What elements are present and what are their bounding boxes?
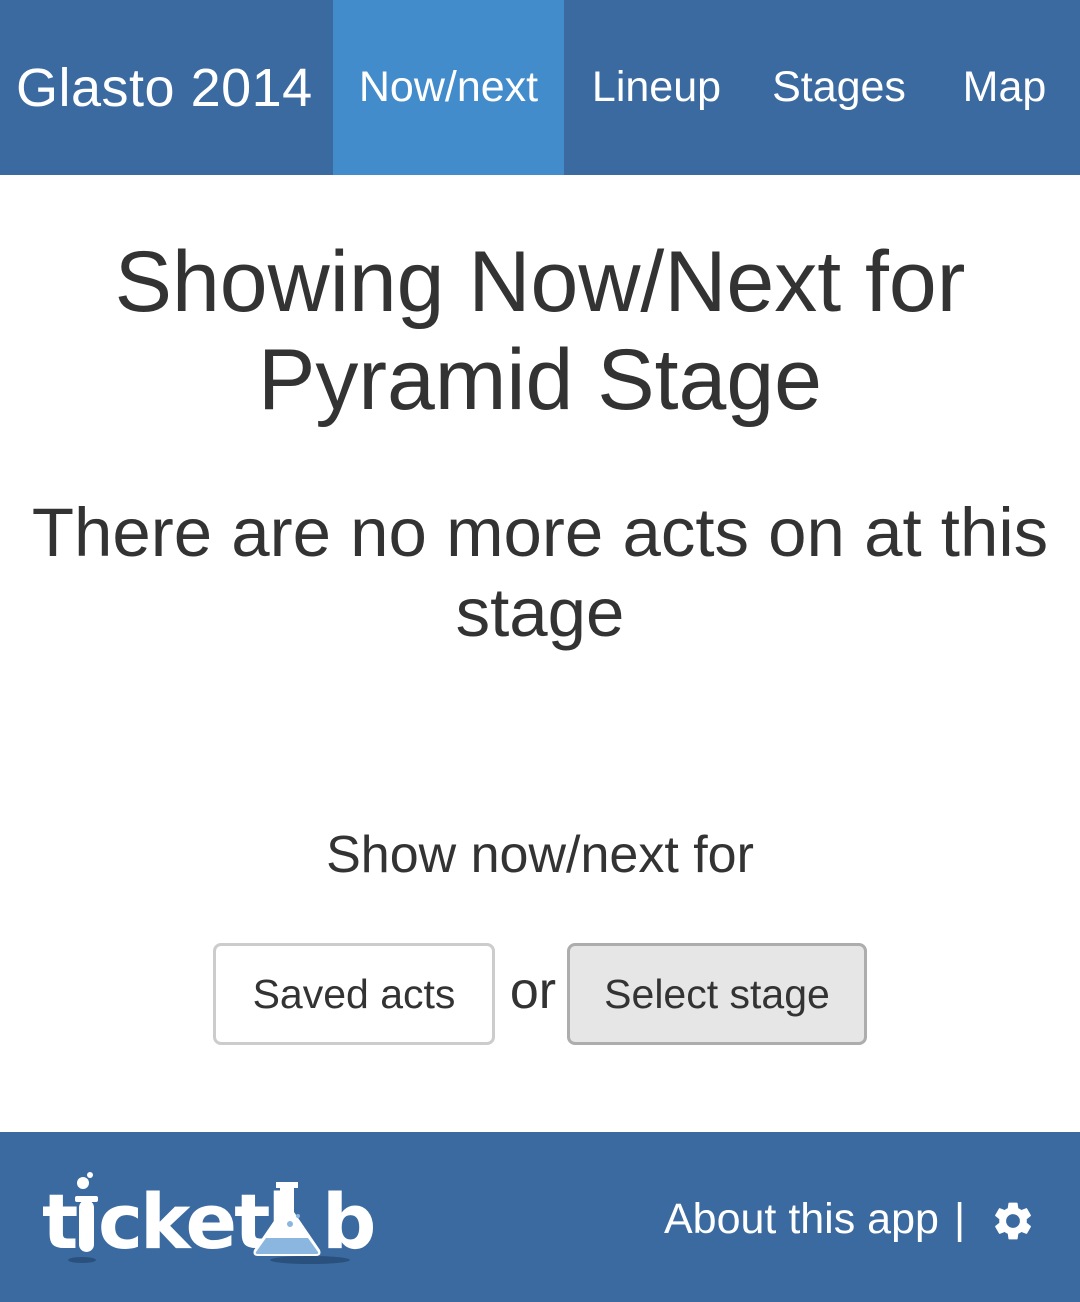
saved-acts-button[interactable]: Saved acts xyxy=(213,943,495,1045)
svg-text:b: b xyxy=(322,1177,376,1266)
select-stage-button[interactable]: Select stage xyxy=(567,943,867,1045)
footer-separator: | xyxy=(954,1195,966,1243)
top-navbar: Glasto 2014 Now/next Lineup Stages Map xyxy=(0,0,1080,175)
ticketlab-logo[interactable]: t cketl b xyxy=(40,1172,385,1272)
tab-stages[interactable]: Stages xyxy=(749,0,929,175)
svg-text:t: t xyxy=(42,1177,77,1266)
show-for-prompt: Show now/next for xyxy=(326,826,754,884)
app-brand[interactable]: Glasto 2014 xyxy=(0,0,333,175)
no-acts-message: There are no more acts on at this stage xyxy=(31,494,1049,651)
tab-map[interactable]: Map xyxy=(929,0,1080,175)
or-label: or xyxy=(509,962,557,1020)
page-title: Showing Now/Next for Pyramid Stage xyxy=(114,234,966,428)
gear-icon[interactable] xyxy=(990,1198,1036,1244)
tab-now-next[interactable]: Now/next xyxy=(333,0,564,175)
main-content: Showing Now/Next for Pyramid Stage There… xyxy=(0,175,1080,1132)
footer: t cketl b About this app | xyxy=(0,1132,1080,1302)
tab-lineup[interactable]: Lineup xyxy=(564,0,749,175)
about-app-link[interactable]: About this app xyxy=(664,1194,939,1244)
